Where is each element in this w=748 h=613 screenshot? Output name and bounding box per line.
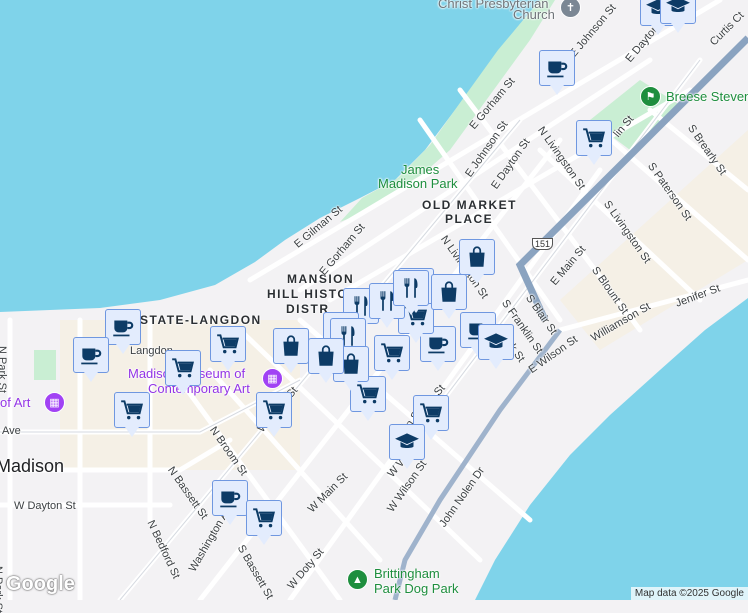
dog-park-label-2[interactable]: Park Dog Park [374, 581, 459, 596]
stadium-icon[interactable]: ⚑ [640, 86, 661, 107]
district-old-market: OLD MARKET [422, 198, 517, 212]
cart-icon [379, 340, 405, 366]
cart-icon [251, 505, 277, 531]
district-old-market-2: PLACE [445, 212, 494, 226]
cart-icon [170, 355, 196, 381]
shopping-bag-icon [278, 333, 304, 359]
map-marker-cart[interactable] [374, 335, 410, 380]
map-marker-school[interactable] [660, 0, 696, 33]
coffee-icon [425, 331, 451, 357]
map-marker-shopping-bag[interactable] [273, 328, 309, 373]
shopping-bag-icon [464, 244, 490, 270]
coffee-icon [217, 485, 243, 511]
map-marker-restaurant[interactable] [393, 270, 429, 315]
cart-icon [119, 397, 145, 423]
map-marker-cart[interactable] [576, 120, 612, 165]
street-label: N Park St [0, 346, 8, 394]
park-label[interactable]: James [401, 162, 439, 177]
art-museum-pin-icon[interactable]: ▦ [44, 392, 65, 413]
map-marker-coffee[interactable] [212, 480, 248, 525]
map-marker-coffee[interactable] [539, 50, 575, 95]
map-marker-cart[interactable] [246, 500, 282, 545]
street-label: N Park St [0, 566, 4, 613]
restaurant-icon [398, 275, 424, 301]
map-marker-cart[interactable] [256, 392, 292, 437]
cart-icon [355, 381, 381, 407]
map-marker-shopping-bag[interactable] [459, 239, 495, 284]
school-icon [665, 0, 691, 19]
school-icon [483, 329, 509, 355]
coffee-icon [78, 342, 104, 368]
art-museum-label[interactable]: of Art [0, 395, 30, 410]
google-logo[interactable]: Google [6, 573, 75, 596]
highway-shield: 151 [532, 238, 554, 250]
cart-icon [418, 400, 444, 426]
map-marker-cart[interactable] [114, 392, 150, 437]
shopping-bag-icon [313, 343, 339, 369]
map-marker-shopping-bag[interactable] [308, 338, 344, 383]
map-marker-cart[interactable] [165, 350, 201, 395]
cart-icon [261, 397, 287, 423]
district-mansion-hill: MANSION [287, 272, 355, 286]
map-marker-cart[interactable] [210, 326, 246, 371]
park-label-2[interactable]: Madison Park [378, 176, 457, 191]
street-label: Ave [2, 425, 21, 437]
district-state-langdon: STATE-LANGDON [140, 313, 262, 327]
church-label-2[interactable]: Church [513, 7, 555, 22]
map-marker-coffee[interactable] [73, 337, 109, 382]
dog-park-label[interactable]: Brittingham [374, 566, 440, 581]
coffee-icon [544, 55, 570, 81]
map-marker-school[interactable] [478, 324, 514, 369]
district-mansion-hill-2: HILL HISTO [267, 287, 349, 301]
shopping-bag-icon [436, 279, 462, 305]
city-label: Madison [0, 456, 65, 476]
breese-stevens-label[interactable]: Breese Stevens [666, 89, 748, 104]
museum-pin-icon[interactable]: ▦ [262, 368, 283, 389]
cart-icon [215, 331, 241, 357]
tree-icon[interactable]: ▲ [347, 569, 368, 590]
street-label: W Dayton St [14, 500, 76, 512]
school-icon [394, 429, 420, 455]
coffee-icon [110, 314, 136, 340]
map-marker-shopping-bag[interactable] [431, 274, 467, 319]
cart-icon [581, 125, 607, 151]
map-marker-school[interactable] [389, 424, 425, 469]
map-marker-coffee[interactable] [105, 309, 141, 354]
map-attribution[interactable]: Map data ©2025 Google [630, 587, 748, 600]
